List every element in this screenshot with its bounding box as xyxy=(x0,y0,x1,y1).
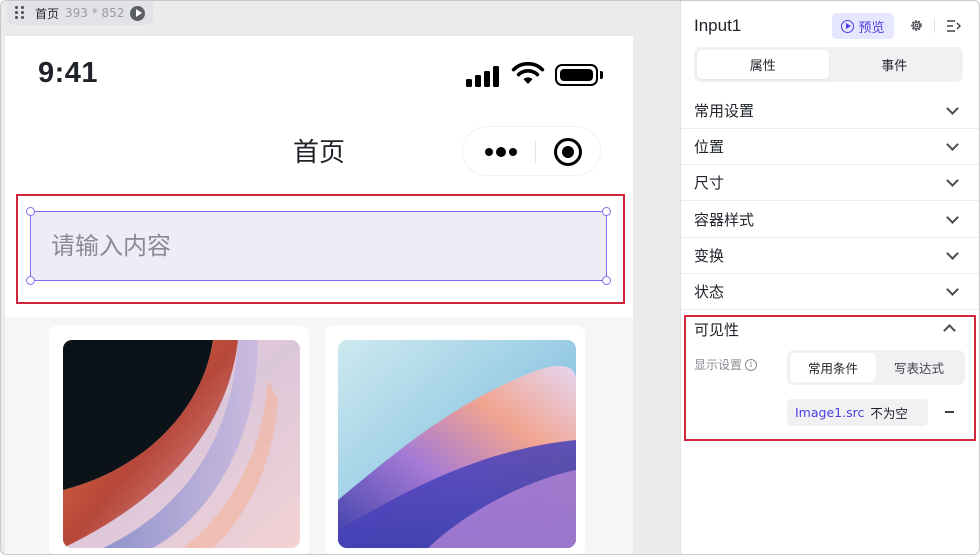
collapse-panel-icon[interactable] xyxy=(946,19,962,33)
properties-panel: Input1 预览 属性 事件 常用设置 位置 尺寸 容器样式 变换 状态 可见… xyxy=(680,1,979,554)
chevron-down-icon xyxy=(946,174,959,187)
gear-icon[interactable] xyxy=(910,19,923,32)
chevron-down-icon xyxy=(946,138,959,151)
section-common-settings[interactable]: 常用设置 xyxy=(681,93,979,129)
drag-handle-icon[interactable] xyxy=(15,6,25,20)
option-write-expression[interactable]: 写表达式 xyxy=(876,353,962,382)
play-icon[interactable] xyxy=(130,5,146,21)
preview-button[interactable]: 预览 xyxy=(832,13,894,39)
image-1[interactable] xyxy=(63,340,300,548)
status-time: 9:41 xyxy=(38,57,99,89)
section-label: 变换 xyxy=(694,247,725,265)
header-divider xyxy=(934,19,935,33)
panel-tabs: 属性 事件 xyxy=(694,47,963,82)
image-2[interactable] xyxy=(338,340,576,548)
condition-operator: 不为空 xyxy=(870,406,908,421)
more-dots-icon[interactable] xyxy=(485,147,517,157)
mini-program-capsule[interactable] xyxy=(462,126,601,176)
wifi-icon xyxy=(511,62,545,84)
chevron-down-icon xyxy=(946,102,959,115)
section-state[interactable]: 状态 xyxy=(681,274,979,310)
tab-events[interactable]: 事件 xyxy=(829,50,961,79)
panel-header: Input1 预览 xyxy=(681,1,979,49)
tab-properties[interactable]: 属性 xyxy=(697,50,829,79)
close-target-icon[interactable] xyxy=(554,138,582,166)
page-label-bar[interactable]: 首页 393 * 852 xyxy=(7,1,154,25)
resize-handle-top-left[interactable] xyxy=(26,207,35,216)
resize-handle-bottom-right[interactable] xyxy=(602,276,611,285)
content-input[interactable] xyxy=(31,212,606,280)
section-label: 尺寸 xyxy=(694,174,725,192)
condition-chip[interactable]: Image1.src 不为空 xyxy=(787,399,928,426)
section-visibility[interactable]: 可见性 xyxy=(694,319,739,340)
input1-component[interactable] xyxy=(30,211,607,281)
section-label: 常用设置 xyxy=(694,102,755,120)
component-name: Input1 xyxy=(694,16,742,35)
cellular-signal-icon xyxy=(466,65,502,87)
info-icon[interactable]: i xyxy=(745,358,758,371)
resize-handle-bottom-left[interactable] xyxy=(26,276,35,285)
display-settings-label: 显示设置 i xyxy=(694,356,758,373)
section-label: 容器样式 xyxy=(694,211,755,229)
capsule-divider xyxy=(535,141,536,163)
resize-handle-top-right[interactable] xyxy=(602,207,611,216)
remove-condition-button[interactable] xyxy=(943,401,955,423)
preview-button-label: 预览 xyxy=(858,20,885,36)
section-container-style[interactable]: 容器样式 xyxy=(681,202,979,238)
section-transform[interactable]: 变换 xyxy=(681,238,979,274)
chevron-down-icon xyxy=(946,283,959,296)
preview-play-icon xyxy=(841,19,855,33)
editor-window: 首页 393 * 852 9:41 首页 请输入内容 Input1 预览 属性 … xyxy=(0,0,980,555)
chevron-down-icon xyxy=(946,211,959,224)
battery-icon xyxy=(555,64,603,86)
section-size[interactable]: 尺寸 xyxy=(681,165,979,201)
page-size: 393 * 852 xyxy=(65,6,125,20)
display-settings-text: 显示设置 xyxy=(694,358,743,372)
status-bar: 9:41 xyxy=(5,36,633,112)
option-common-conditions[interactable]: 常用条件 xyxy=(790,353,876,382)
section-position[interactable]: 位置 xyxy=(681,129,979,165)
condition-variable: Image1.src xyxy=(795,405,865,420)
condition-mode-switch: 常用条件 写表达式 xyxy=(787,350,965,385)
section-label: 状态 xyxy=(694,283,725,301)
section-label: 位置 xyxy=(694,138,725,156)
chevron-down-icon xyxy=(946,247,959,260)
design-canvas[interactable]: 首页 393 * 852 9:41 首页 请输入内容 xyxy=(1,1,680,554)
page-name: 首页 xyxy=(35,6,60,21)
